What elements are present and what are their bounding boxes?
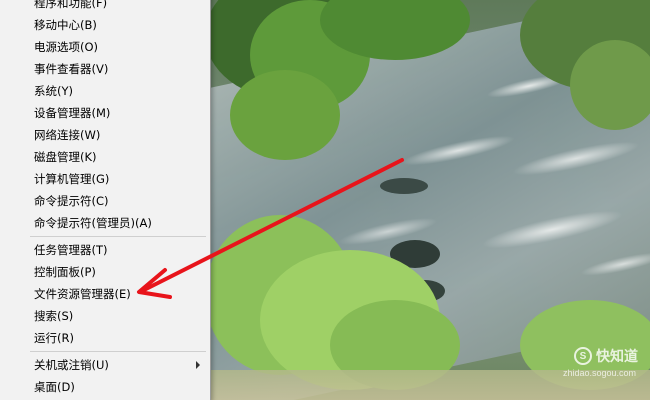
- menu-item-desktop[interactable]: 桌面(D): [0, 376, 210, 398]
- menu-item-power-options[interactable]: 电源选项(O): [0, 36, 210, 58]
- rock: [380, 178, 428, 194]
- menu-item-device-manager[interactable]: 设备管理器(M): [0, 102, 210, 124]
- menu-item-computer-management[interactable]: 计算机管理(G): [0, 168, 210, 190]
- menu-item-programs-features[interactable]: 程序和功能(F): [0, 0, 210, 14]
- menu-separator: [30, 351, 206, 352]
- menu-item-mobility-center[interactable]: 移动中心(B): [0, 14, 210, 36]
- menu-item-task-manager[interactable]: 任务管理器(T): [0, 239, 210, 261]
- menu-item-label: 关机或注销(U): [34, 358, 109, 372]
- menu-item-event-viewer[interactable]: 事件查看器(V): [0, 58, 210, 80]
- watermark: S 快知道: [574, 346, 638, 366]
- menu-item-command-prompt-admin[interactable]: 命令提示符(管理员)(A): [0, 212, 210, 234]
- menu-item-system[interactable]: 系统(Y): [0, 80, 210, 102]
- power-user-menu: 程序和功能(F) 移动中心(B) 电源选项(O) 事件查看器(V) 系统(Y) …: [0, 0, 211, 400]
- menu-item-control-panel[interactable]: 控制面板(P): [0, 261, 210, 283]
- foliage: [230, 70, 340, 160]
- submenu-arrow-icon: [196, 361, 200, 369]
- menu-item-shutdown-signout[interactable]: 关机或注销(U): [0, 354, 210, 376]
- watermark-logo-icon: S: [574, 347, 592, 365]
- menu-item-network-connections[interactable]: 网络连接(W): [0, 124, 210, 146]
- menu-item-disk-management[interactable]: 磁盘管理(K): [0, 146, 210, 168]
- watermark-site: zhidao.sogou.com: [562, 368, 636, 378]
- menu-item-command-prompt[interactable]: 命令提示符(C): [0, 190, 210, 212]
- menu-item-file-explorer[interactable]: 文件资源管理器(E): [0, 283, 210, 305]
- menu-separator: [30, 236, 206, 237]
- menu-item-search[interactable]: 搜索(S): [0, 305, 210, 327]
- menu-item-run[interactable]: 运行(R): [0, 327, 210, 349]
- watermark-brand: 快知道: [596, 348, 638, 364]
- foliage: [570, 40, 650, 130]
